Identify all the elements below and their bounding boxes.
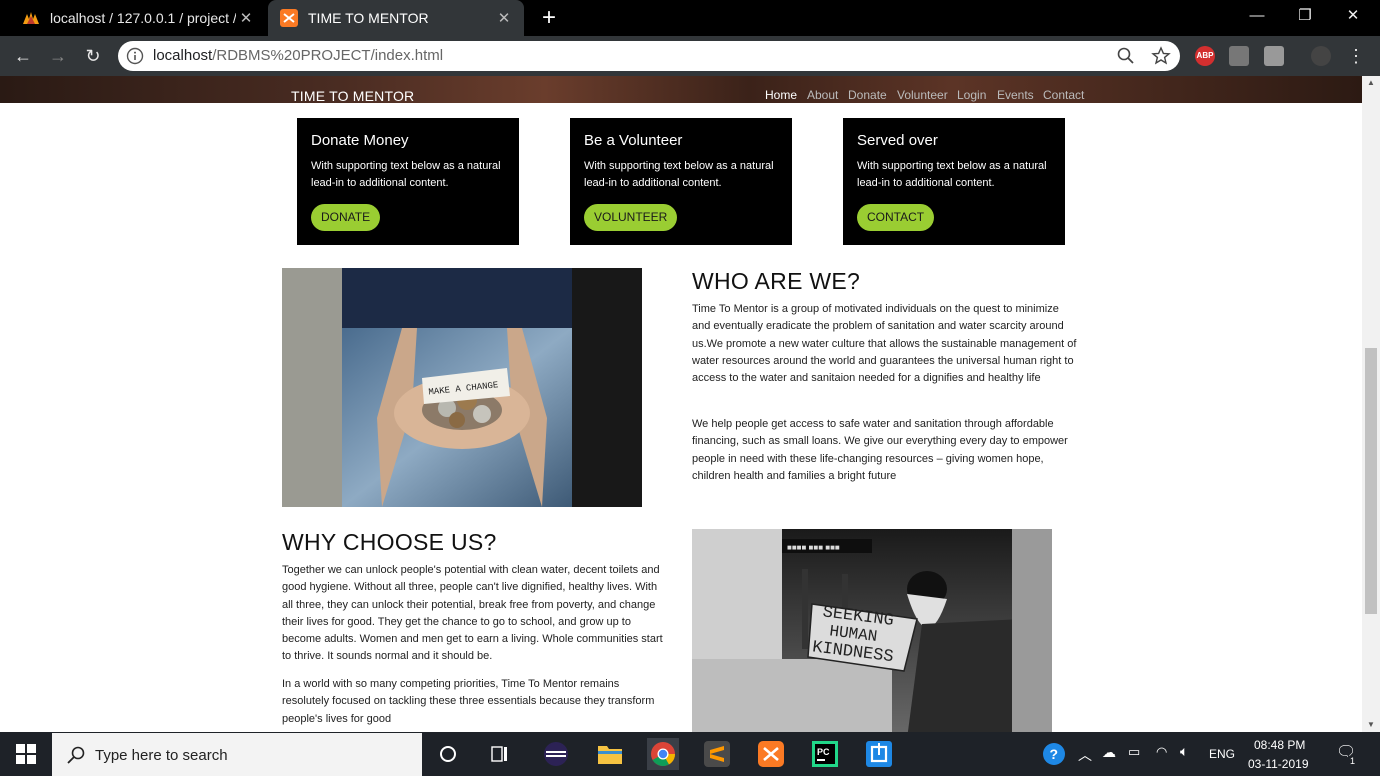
- tab-title: localhost / 127.0.0.1 / project / ev: [50, 10, 236, 26]
- help-icon[interactable]: ?: [1038, 738, 1070, 770]
- card-title: Served over: [857, 132, 938, 149]
- phpmyadmin-icon: [22, 9, 40, 27]
- why-paragraph-1: Together we can unlock people's potentia…: [282, 564, 663, 663]
- donate-card: Donate Money With supporting text below …: [297, 118, 519, 245]
- seeking-kindness-photo: ■■■■ ■■■ ■■■ SEEKING HUMAN KINDNESS: [692, 529, 1052, 732]
- chrome-menu-icon[interactable]: ⋮: [1342, 42, 1370, 70]
- card-text: With supporting text below as a natural …: [584, 160, 774, 189]
- contact-button[interactable]: CONTACT: [857, 204, 935, 231]
- why-heading: WHY CHOOSE US?: [282, 529, 497, 555]
- nav-login[interactable]: Login: [957, 88, 986, 102]
- scroll-up-arrow-icon[interactable]: ▲: [1362, 76, 1380, 90]
- scrollbar-thumb[interactable]: [1365, 348, 1377, 614]
- url-text: localhost/RDBMS%20PROJECT/index.html: [153, 47, 444, 64]
- info-icon[interactable]: [126, 47, 144, 65]
- back-icon[interactable]: ←: [9, 42, 37, 70]
- xampp-taskbar-icon[interactable]: [755, 738, 787, 770]
- browser-tab-bar: localhost / 127.0.0.1 / project / ev ✕ T…: [0, 0, 1380, 36]
- nav-about[interactable]: About: [807, 88, 838, 102]
- svg-text:PC: PC: [817, 747, 830, 757]
- page-viewport: TIME TO MENTOR Home About Donate Volunte…: [0, 76, 1362, 732]
- close-window-icon[interactable]: ✕: [1329, 0, 1377, 32]
- clock-date[interactable]: 03-11-2019: [1248, 757, 1309, 771]
- svg-text:?: ?: [1050, 746, 1059, 762]
- close-tab-icon[interactable]: ✕: [494, 9, 514, 27]
- volunteer-button[interactable]: VOLUNTEER: [584, 204, 678, 231]
- nav-donate[interactable]: Donate: [848, 88, 887, 102]
- tab-title: TIME TO MENTOR: [308, 10, 429, 26]
- forward-icon[interactable]: →: [44, 42, 72, 70]
- address-bar[interactable]: localhost/RDBMS%20PROJECT/index.html: [118, 41, 1180, 71]
- nav-events[interactable]: Events: [997, 88, 1034, 102]
- battery-icon[interactable]: ▭: [1128, 744, 1140, 760]
- tray-expand-icon[interactable]: ︿: [1078, 745, 1092, 765]
- hero-header-image: [0, 76, 1362, 103]
- adblock-plus-icon[interactable]: ABP: [1195, 46, 1215, 66]
- onedrive-icon[interactable]: ☁: [1102, 744, 1116, 761]
- search-placeholder: Type here to search: [95, 747, 228, 764]
- volunteer-card: Be a Volunteer With supporting text belo…: [570, 118, 792, 245]
- site-brand[interactable]: TIME TO MENTOR: [291, 88, 414, 104]
- app-icon[interactable]: [863, 738, 895, 770]
- windows-start-icon[interactable]: [10, 738, 42, 770]
- extension-bulb-icon[interactable]: [1264, 46, 1284, 66]
- card-text: With supporting text below as a natural …: [857, 160, 1047, 189]
- restore-icon[interactable]: ❐: [1281, 0, 1329, 32]
- who-paragraph-1: Time To Mentor is a group of motivated i…: [692, 303, 1077, 385]
- why-paragraph-2: In a world with so many competing priori…: [282, 678, 655, 725]
- card-text: With supporting text below as a natural …: [311, 160, 501, 189]
- donate-button[interactable]: DONATE: [311, 204, 381, 231]
- profile-avatar[interactable]: [1311, 46, 1331, 66]
- windows-taskbar: Type here to search PC ? ︿ ☁ ▭ ◠ 🔈︎ ENG …: [0, 732, 1380, 776]
- volume-icon[interactable]: 🔈︎: [1180, 743, 1188, 760]
- sublime-text-icon[interactable]: [701, 738, 733, 770]
- cortana-icon[interactable]: [432, 738, 464, 770]
- notification-count-badge: 1: [1348, 756, 1358, 766]
- card-title: Donate Money: [311, 132, 409, 149]
- minimize-icon[interactable]: —: [1233, 0, 1281, 32]
- close-tab-icon[interactable]: ✕: [236, 9, 256, 27]
- nav-home[interactable]: Home: [765, 88, 797, 102]
- page-scrollbar[interactable]: ▲ ▼: [1362, 76, 1380, 732]
- scroll-down-arrow-icon[interactable]: ▼: [1362, 718, 1380, 732]
- xampp-icon: [280, 9, 298, 27]
- tab-time-to-mentor[interactable]: TIME TO MENTOR ✕: [268, 0, 524, 36]
- eclipse-icon[interactable]: [540, 738, 572, 770]
- zoom-icon[interactable]: [1116, 46, 1136, 66]
- who-paragraph-2: We help people get access to safe water …: [692, 418, 1068, 482]
- nav-contact[interactable]: Contact: [1043, 88, 1084, 102]
- chrome-icon[interactable]: [647, 738, 679, 770]
- wifi-icon[interactable]: ◠: [1156, 744, 1167, 760]
- served-card: Served over With supporting text below a…: [843, 118, 1065, 245]
- file-explorer-icon[interactable]: [594, 738, 626, 770]
- extension-icon[interactable]: [1229, 46, 1249, 66]
- nav-volunteer[interactable]: Volunteer: [897, 88, 948, 102]
- task-view-icon[interactable]: [484, 738, 516, 770]
- language-indicator[interactable]: ENG: [1209, 747, 1235, 761]
- bookmark-star-icon[interactable]: [1151, 46, 1171, 66]
- reload-icon[interactable]: ↻: [79, 42, 107, 70]
- search-icon: [67, 746, 85, 764]
- clock-time[interactable]: 08:48 PM: [1254, 738, 1305, 752]
- browser-toolbar: ← → ↻ localhost/RDBMS%20PROJECT/index.ht…: [0, 36, 1380, 76]
- taskbar-search-box[interactable]: Type here to search: [52, 733, 422, 776]
- who-heading: WHO ARE WE?: [692, 268, 861, 294]
- coins-hands-photo: MAKE A CHANGE: [282, 268, 642, 507]
- svg-text:■■■■ ■■■ ■■■: ■■■■ ■■■ ■■■: [787, 543, 840, 552]
- pycharm-icon[interactable]: PC: [809, 738, 841, 770]
- tab-phpmyadmin[interactable]: localhost / 127.0.0.1 / project / ev ✕: [10, 0, 266, 36]
- card-title: Be a Volunteer: [584, 132, 683, 149]
- new-tab-button[interactable]: +: [537, 4, 561, 32]
